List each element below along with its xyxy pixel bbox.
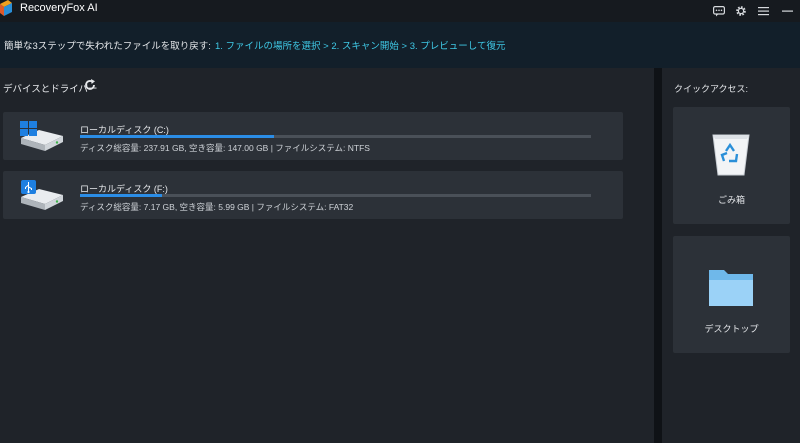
- drive-item-f[interactable]: ローカルディスク (F:) ディスク総容量: 7.17 GB, 空き容量: 5.…: [3, 171, 623, 219]
- steps-banner: 簡単な3ステップで失われたファイルを取り戻す: 1. ファイルの場所を選択 > …: [0, 22, 800, 68]
- drive-usage-bar: [80, 194, 591, 197]
- minimize-icon[interactable]: [774, 1, 800, 21]
- windows-drive-icon: [20, 121, 63, 151]
- banner-intro: 簡単な3ステップで失われたファイルを取り戻す:: [4, 41, 211, 52]
- title-bar: RecoveryFox AI: [0, 0, 800, 22]
- menu-icon[interactable]: [752, 1, 774, 21]
- quick-access-label: デスクトップ: [704, 324, 759, 334]
- folder-icon: [709, 270, 753, 306]
- drive-usage-fill: [80, 135, 275, 138]
- drive-info: ディスク総容量: 237.91 GB, 空き容量: 147.00 GB | ファ…: [80, 143, 370, 153]
- window-controls: [708, 0, 800, 22]
- quick-access-title: クイックアクセス:: [674, 84, 749, 94]
- quick-access-desktop[interactable]: デスクトップ: [673, 236, 790, 353]
- banner-steps: 1. ファイルの場所を選択 > 2. スキャン開始 > 3. プレビューして復元: [214, 41, 506, 52]
- quick-access-recycle-bin[interactable]: ごみ箱: [673, 107, 790, 224]
- app-logo-icon: [0, 0, 12, 16]
- drive-usage-fill: [80, 194, 162, 197]
- panel-divider: [654, 68, 662, 443]
- usb-drive-icon: [21, 180, 63, 210]
- recycle-bin-icon: [712, 134, 750, 176]
- refresh-icon[interactable]: [83, 78, 97, 92]
- drive-info: ディスク総容量: 7.17 GB, 空き容量: 5.99 GB | ファイルシス…: [80, 202, 354, 212]
- app-title: RecoveryFox AI: [20, 2, 98, 14]
- quick-access-label: ごみ箱: [717, 195, 745, 205]
- gear-icon[interactable]: [730, 1, 752, 21]
- drive-usage-bar: [80, 135, 591, 138]
- feedback-icon[interactable]: [708, 1, 730, 21]
- drive-item-c[interactable]: ローカルディスク (C:) ディスク総容量: 237.91 GB, 空き容量: …: [3, 112, 623, 160]
